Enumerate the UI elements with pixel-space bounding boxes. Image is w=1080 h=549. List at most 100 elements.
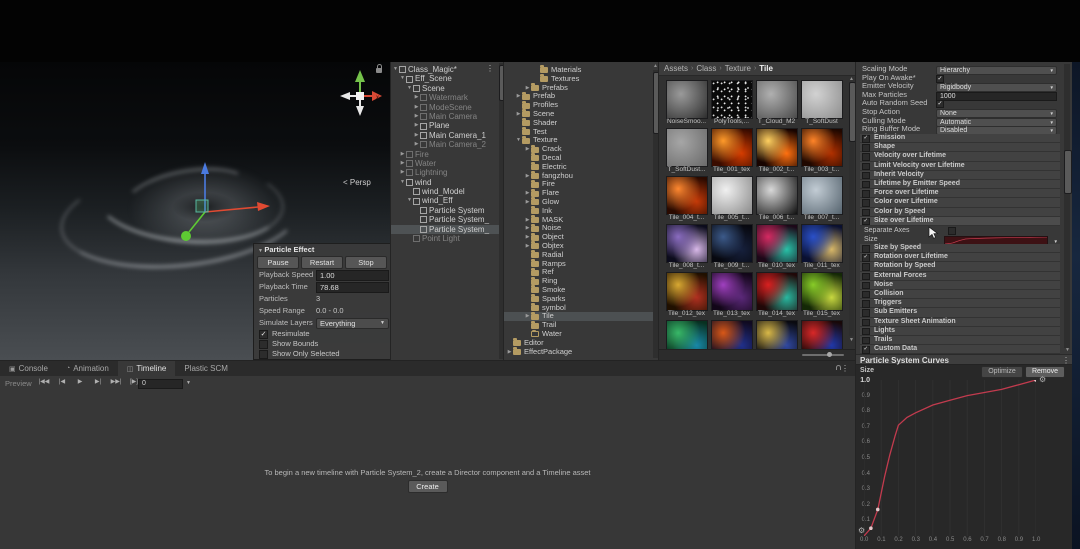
inspector-scrollbar[interactable]	[1064, 64, 1070, 348]
module-color-by-speed[interactable]: Color by Speed	[860, 208, 1060, 217]
hierarchy-item[interactable]: ▼Scene	[391, 84, 504, 93]
thumbnail-zoom-slider[interactable]	[802, 354, 844, 356]
optimize-button[interactable]: Optimize	[981, 366, 1023, 378]
playback-time-value[interactable]: 78.68	[316, 282, 389, 293]
project-folder-item[interactable]: Test	[504, 128, 659, 137]
texture-thumbnail[interactable]	[801, 176, 843, 215]
texture-thumbnail[interactable]	[711, 80, 753, 119]
module-inherit-velocity[interactable]: Inherit Velocity	[860, 171, 1060, 180]
expand-arrow[interactable]: ▶	[413, 103, 420, 112]
module-force-over-lifetime[interactable]: Force over Lifetime	[860, 189, 1060, 198]
expand-arrow[interactable]: ▶	[413, 140, 420, 149]
project-folder-item[interactable]: ▶Noise	[504, 224, 659, 233]
module-checkbox[interactable]	[862, 273, 870, 281]
tab-timeline[interactable]: ◫Timeline	[118, 361, 176, 376]
expand-arrow[interactable]: ▶	[413, 131, 420, 140]
module-color-over-lifetime[interactable]: Color over Lifetime	[860, 198, 1060, 207]
expand-arrow[interactable]: ▶	[399, 168, 406, 177]
texture-thumbnail[interactable]	[756, 176, 798, 215]
module-checkbox[interactable]	[862, 282, 870, 290]
expand-arrow[interactable]: ▶	[413, 121, 420, 130]
project-folder-item[interactable]: Smoke	[504, 286, 659, 295]
project-folder-item[interactable]: ▶Objtex	[504, 242, 659, 251]
breadcrumb-item[interactable]: Texture	[725, 64, 751, 73]
project-folder-item[interactable]: ▶Crack	[504, 145, 659, 154]
texture-thumbnail[interactable]	[711, 224, 753, 263]
texture-asset[interactable]: Tile_009_t...	[710, 223, 755, 271]
module-checkbox[interactable]	[862, 328, 870, 336]
texture-asset[interactable]: Tile_008_t...	[665, 223, 710, 271]
hierarchy-item[interactable]: ▶Watermark	[391, 93, 504, 102]
lock-icon[interactable]	[376, 68, 382, 73]
texture-asset[interactable]: T_SoftDust...	[665, 127, 710, 175]
project-folder-item[interactable]: ▼Texture	[504, 136, 659, 145]
texture-thumbnail[interactable]	[711, 128, 753, 167]
expand-arrow[interactable]: ▶	[524, 224, 531, 233]
texture-thumbnail[interactable]	[666, 128, 708, 167]
project-folder-item[interactable]: Ink	[504, 207, 659, 216]
project-folder-item[interactable]: Ref	[504, 268, 659, 277]
module-checkbox[interactable]	[862, 209, 870, 217]
module-shape[interactable]: Shape	[860, 143, 1060, 152]
expand-arrow[interactable]: ▼	[406, 84, 413, 93]
hierarchy-item[interactable]: ▶Water	[391, 159, 504, 168]
expand-arrow[interactable]: ▶	[399, 150, 406, 159]
module-trails[interactable]: Trails	[860, 336, 1060, 345]
texture-asset[interactable]: Tile_007_t...	[800, 175, 845, 223]
project-folder-item[interactable]: Ring	[504, 277, 659, 286]
hierarchy-item[interactable]: Particle System_	[391, 225, 504, 234]
expand-arrow[interactable]: ▶	[524, 233, 531, 242]
module-checkbox[interactable]	[862, 263, 870, 271]
texture-asset[interactable]: Tile_015_tex	[800, 271, 845, 319]
playback-pause-button[interactable]: Pause	[257, 256, 299, 269]
project-folder-item[interactable]: Sparks	[504, 295, 659, 304]
frame-dropdown-icon[interactable]: ▼	[186, 380, 191, 386]
project-folder-item[interactable]: Ramps	[504, 260, 659, 269]
frame-field[interactable]: 0	[138, 379, 183, 389]
hierarchy-item[interactable]: Particle System	[391, 206, 504, 215]
go-to-start-button[interactable]: |◀◀	[36, 377, 52, 388]
texture-asset[interactable]: Tile_011_tex	[800, 223, 845, 271]
hierarchy-item[interactable]: ▶Lightning	[391, 168, 504, 177]
project-folder-item[interactable]: ▶Glow	[504, 198, 659, 207]
texture-thumbnail[interactable]	[756, 272, 798, 311]
texture-asset[interactable]: Tile_005_t...	[710, 175, 755, 223]
texture-asset[interactable]: T_SoftDust	[800, 79, 845, 127]
expand-arrow[interactable]: ▶	[524, 216, 531, 225]
curve-series-label[interactable]: Size	[860, 367, 874, 374]
play-button[interactable]: ▶	[72, 377, 88, 388]
texture-thumbnail[interactable]	[666, 272, 708, 311]
breadcrumb-item[interactable]: Assets	[664, 64, 688, 73]
show-bounds-checkbox[interactable]	[259, 340, 268, 349]
module-size-over-lifetime[interactable]: ✓Size over Lifetime	[860, 217, 1060, 226]
texture-thumbnail[interactable]	[756, 224, 798, 263]
texture-thumbnail[interactable]	[756, 128, 798, 167]
module-checkbox[interactable]: ✓	[862, 135, 870, 143]
texture-asset[interactable]: Tile_006_t...	[755, 175, 800, 223]
module-rotation-over-lifetime[interactable]: ✓Rotation over Lifetime	[860, 253, 1060, 262]
preview-toggle[interactable]: Preview	[5, 379, 32, 388]
module-sub-emitters[interactable]: Sub Emitters	[860, 308, 1060, 317]
texture-thumbnail[interactable]	[666, 224, 708, 263]
module-rotation-by-speed[interactable]: Rotation by Speed	[860, 262, 1060, 271]
hierarchy-item[interactable]: ▶Main Camera	[391, 112, 504, 121]
project-folder-item[interactable]: Electric	[504, 163, 659, 172]
texture-thumbnail[interactable]	[756, 80, 798, 119]
module-triggers[interactable]: Triggers	[860, 299, 1060, 308]
module-size-by-speed[interactable]: Size by Speed	[860, 244, 1060, 253]
expand-arrow[interactable]: ▶	[515, 92, 522, 101]
hierarchy-item[interactable]: ▶Fire	[391, 150, 504, 159]
scene-view[interactable]: x < Persp ▼ Particle Effect PauseRestart…	[0, 62, 390, 360]
module-checkbox[interactable]	[862, 291, 870, 299]
module-checkbox[interactable]	[862, 199, 870, 207]
texture-thumbnail[interactable]	[711, 272, 753, 311]
project-folder-item[interactable]: ▶Prefab	[504, 92, 659, 101]
module-checkbox[interactable]	[862, 245, 870, 253]
create-button[interactable]: Create	[408, 480, 448, 493]
project-folder-item[interactable]: ▶Flare	[504, 189, 659, 198]
playback-restart-button[interactable]: Restart	[301, 256, 343, 269]
assets-scrollbar[interactable]	[849, 82, 854, 336]
curve-end-gear-icon[interactable]: ⚙	[1039, 375, 1046, 384]
texture-asset[interactable]: Tile_002_t...	[755, 127, 800, 175]
texture-asset[interactable]: PolyTools,...	[710, 79, 755, 127]
